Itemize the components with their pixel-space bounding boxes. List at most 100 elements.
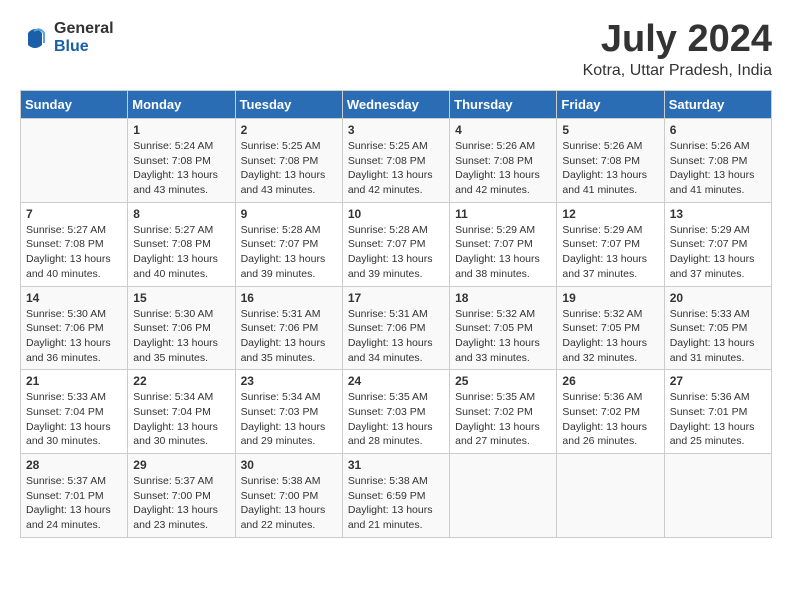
cell-info: Sunrise: 5:27 AM Sunset: 7:08 PM Dayligh… (26, 223, 122, 282)
cell-info: Sunrise: 5:29 AM Sunset: 7:07 PM Dayligh… (670, 223, 766, 282)
day-number: 14 (26, 291, 122, 305)
day-number: 3 (348, 123, 444, 137)
logo-icon (20, 23, 50, 53)
calendar-cell: 6 Sunrise: 5:26 AM Sunset: 7:08 PM Daylig… (664, 119, 771, 203)
cell-info: Sunrise: 5:29 AM Sunset: 7:07 PM Dayligh… (455, 223, 551, 282)
day-number: 2 (241, 123, 337, 137)
calendar-cell: 3 Sunrise: 5:25 AM Sunset: 7:08 PM Daylig… (342, 119, 449, 203)
calendar-cell: 7 Sunrise: 5:27 AM Sunset: 7:08 PM Daylig… (21, 202, 128, 286)
day-number: 13 (670, 207, 766, 221)
cell-info: Sunrise: 5:25 AM Sunset: 7:08 PM Dayligh… (348, 139, 444, 198)
calendar-cell: 28 Sunrise: 5:37 AM Sunset: 7:01 PM Dayli… (21, 454, 128, 538)
calendar-cell: 5Sunrise: 5:26 AM Sunset: 7:08 PM Daylig… (557, 119, 664, 203)
cell-info: Sunrise: 5:30 AM Sunset: 7:06 PM Dayligh… (26, 307, 122, 366)
calendar-cell: 12 Sunrise: 5:29 AM Sunset: 7:07 PM Dayli… (557, 202, 664, 286)
day-number: 11 (455, 207, 551, 221)
calendar-cell: 14 Sunrise: 5:30 AM Sunset: 7:06 PM Dayli… (21, 286, 128, 370)
day-number: 16 (241, 291, 337, 305)
calendar-cell (21, 119, 128, 203)
calendar-body: 1 Sunrise: 5:24 AM Sunset: 7:08 PM Daylig… (21, 119, 772, 538)
calendar-cell: 10 Sunrise: 5:28 AM Sunset: 7:07 PM Dayli… (342, 202, 449, 286)
calendar-cell: 26Sunrise: 5:36 AM Sunset: 7:02 PM Dayli… (557, 370, 664, 454)
calendar-cell: 20 Sunrise: 5:33 AM Sunset: 7:05 PM Dayli… (664, 286, 771, 370)
cell-info: Sunrise: 5:26 AM Sunset: 7:08 PM Dayligh… (455, 139, 551, 198)
logo: General Blue (20, 20, 114, 55)
weekday-header-row: SundayMondayTuesdayWednesdayThursdayFrid… (21, 91, 772, 119)
day-number: 12 (562, 207, 658, 221)
day-number: 24 (348, 374, 444, 388)
cell-info: Sunrise: 5:30 AM Sunset: 7:06 PM Dayligh… (133, 307, 229, 366)
location-title: Kotra, Uttar Pradesh, India (583, 62, 772, 80)
day-number: 6 (670, 123, 766, 137)
day-number: 18 (455, 291, 551, 305)
calendar-cell: 22Sunrise: 5:34 AM Sunset: 7:04 PM Dayli… (128, 370, 235, 454)
day-number: 1 (133, 123, 229, 137)
day-number: 25 (455, 374, 551, 388)
calendar-table: SundayMondayTuesdayWednesdayThursdayFrid… (20, 90, 772, 538)
calendar-cell: 2 Sunrise: 5:25 AM Sunset: 7:08 PM Daylig… (235, 119, 342, 203)
calendar-cell: 23 Sunrise: 5:34 AM Sunset: 7:03 PM Dayli… (235, 370, 342, 454)
day-number: 21 (26, 374, 122, 388)
cell-info: Sunrise: 5:35 AM Sunset: 7:02 PM Dayligh… (455, 390, 551, 449)
cell-info: Sunrise: 5:36 AM Sunset: 7:01 PM Dayligh… (670, 390, 766, 449)
calendar-cell (664, 454, 771, 538)
cell-info: Sunrise: 5:33 AM Sunset: 7:04 PM Dayligh… (26, 390, 122, 449)
cell-info: Sunrise: 5:25 AM Sunset: 7:08 PM Dayligh… (241, 139, 337, 198)
calendar-cell: 4Sunrise: 5:26 AM Sunset: 7:08 PM Daylig… (450, 119, 557, 203)
day-number: 10 (348, 207, 444, 221)
day-number: 19 (562, 291, 658, 305)
cell-info: Sunrise: 5:37 AM Sunset: 7:01 PM Dayligh… (26, 474, 122, 533)
calendar-cell: 16Sunrise: 5:31 AM Sunset: 7:06 PM Dayli… (235, 286, 342, 370)
calendar-cell: 9Sunrise: 5:28 AM Sunset: 7:07 PM Daylig… (235, 202, 342, 286)
weekday-header-saturday: Saturday (664, 91, 771, 119)
calendar-header: SundayMondayTuesdayWednesdayThursdayFrid… (21, 91, 772, 119)
cell-info: Sunrise: 5:37 AM Sunset: 7:00 PM Dayligh… (133, 474, 229, 533)
logo-general-text: General (54, 20, 114, 38)
cell-info: Sunrise: 5:31 AM Sunset: 7:06 PM Dayligh… (348, 307, 444, 366)
cell-info: Sunrise: 5:27 AM Sunset: 7:08 PM Dayligh… (133, 223, 229, 282)
title-area: July 2024 Kotra, Uttar Pradesh, India (583, 20, 772, 80)
day-number: 23 (241, 374, 337, 388)
calendar-cell: 8 Sunrise: 5:27 AM Sunset: 7:08 PM Daylig… (128, 202, 235, 286)
cell-info: Sunrise: 5:33 AM Sunset: 7:05 PM Dayligh… (670, 307, 766, 366)
day-number: 28 (26, 458, 122, 472)
day-number: 17 (348, 291, 444, 305)
month-title: July 2024 (583, 20, 772, 58)
day-number: 5 (562, 123, 658, 137)
week-row-2: 7 Sunrise: 5:27 AM Sunset: 7:08 PM Daylig… (21, 202, 772, 286)
weekday-header-wednesday: Wednesday (342, 91, 449, 119)
calendar-cell: 30Sunrise: 5:38 AM Sunset: 7:00 PM Dayli… (235, 454, 342, 538)
calendar-cell (450, 454, 557, 538)
cell-info: Sunrise: 5:24 AM Sunset: 7:08 PM Dayligh… (133, 139, 229, 198)
weekday-header-sunday: Sunday (21, 91, 128, 119)
weekday-header-thursday: Thursday (450, 91, 557, 119)
cell-info: Sunrise: 5:29 AM Sunset: 7:07 PM Dayligh… (562, 223, 658, 282)
day-number: 29 (133, 458, 229, 472)
week-row-4: 21 Sunrise: 5:33 AM Sunset: 7:04 PM Dayli… (21, 370, 772, 454)
cell-info: Sunrise: 5:26 AM Sunset: 7:08 PM Dayligh… (670, 139, 766, 198)
cell-info: Sunrise: 5:34 AM Sunset: 7:03 PM Dayligh… (241, 390, 337, 449)
cell-info: Sunrise: 5:32 AM Sunset: 7:05 PM Dayligh… (455, 307, 551, 366)
day-number: 22 (133, 374, 229, 388)
weekday-header-friday: Friday (557, 91, 664, 119)
calendar-cell: 19Sunrise: 5:32 AM Sunset: 7:05 PM Dayli… (557, 286, 664, 370)
calendar-cell: 17 Sunrise: 5:31 AM Sunset: 7:06 PM Dayli… (342, 286, 449, 370)
weekday-header-monday: Monday (128, 91, 235, 119)
calendar-cell: 31Sunrise: 5:38 AM Sunset: 6:59 PM Dayli… (342, 454, 449, 538)
calendar-cell: 15Sunrise: 5:30 AM Sunset: 7:06 PM Dayli… (128, 286, 235, 370)
calendar-cell: 11 Sunrise: 5:29 AM Sunset: 7:07 PM Dayli… (450, 202, 557, 286)
calendar-cell: 24 Sunrise: 5:35 AM Sunset: 7:03 PM Dayli… (342, 370, 449, 454)
cell-info: Sunrise: 5:28 AM Sunset: 7:07 PM Dayligh… (348, 223, 444, 282)
day-number: 8 (133, 207, 229, 221)
day-number: 7 (26, 207, 122, 221)
week-row-3: 14 Sunrise: 5:30 AM Sunset: 7:06 PM Dayli… (21, 286, 772, 370)
cell-info: Sunrise: 5:38 AM Sunset: 7:00 PM Dayligh… (241, 474, 337, 533)
cell-info: Sunrise: 5:35 AM Sunset: 7:03 PM Dayligh… (348, 390, 444, 449)
weekday-header-tuesday: Tuesday (235, 91, 342, 119)
day-number: 31 (348, 458, 444, 472)
calendar-cell: 27Sunrise: 5:36 AM Sunset: 7:01 PM Dayli… (664, 370, 771, 454)
calendar-cell: 18 Sunrise: 5:32 AM Sunset: 7:05 PM Dayli… (450, 286, 557, 370)
day-number: 20 (670, 291, 766, 305)
logo-blue-text: Blue (54, 38, 114, 56)
calendar-cell: 21 Sunrise: 5:33 AM Sunset: 7:04 PM Dayli… (21, 370, 128, 454)
